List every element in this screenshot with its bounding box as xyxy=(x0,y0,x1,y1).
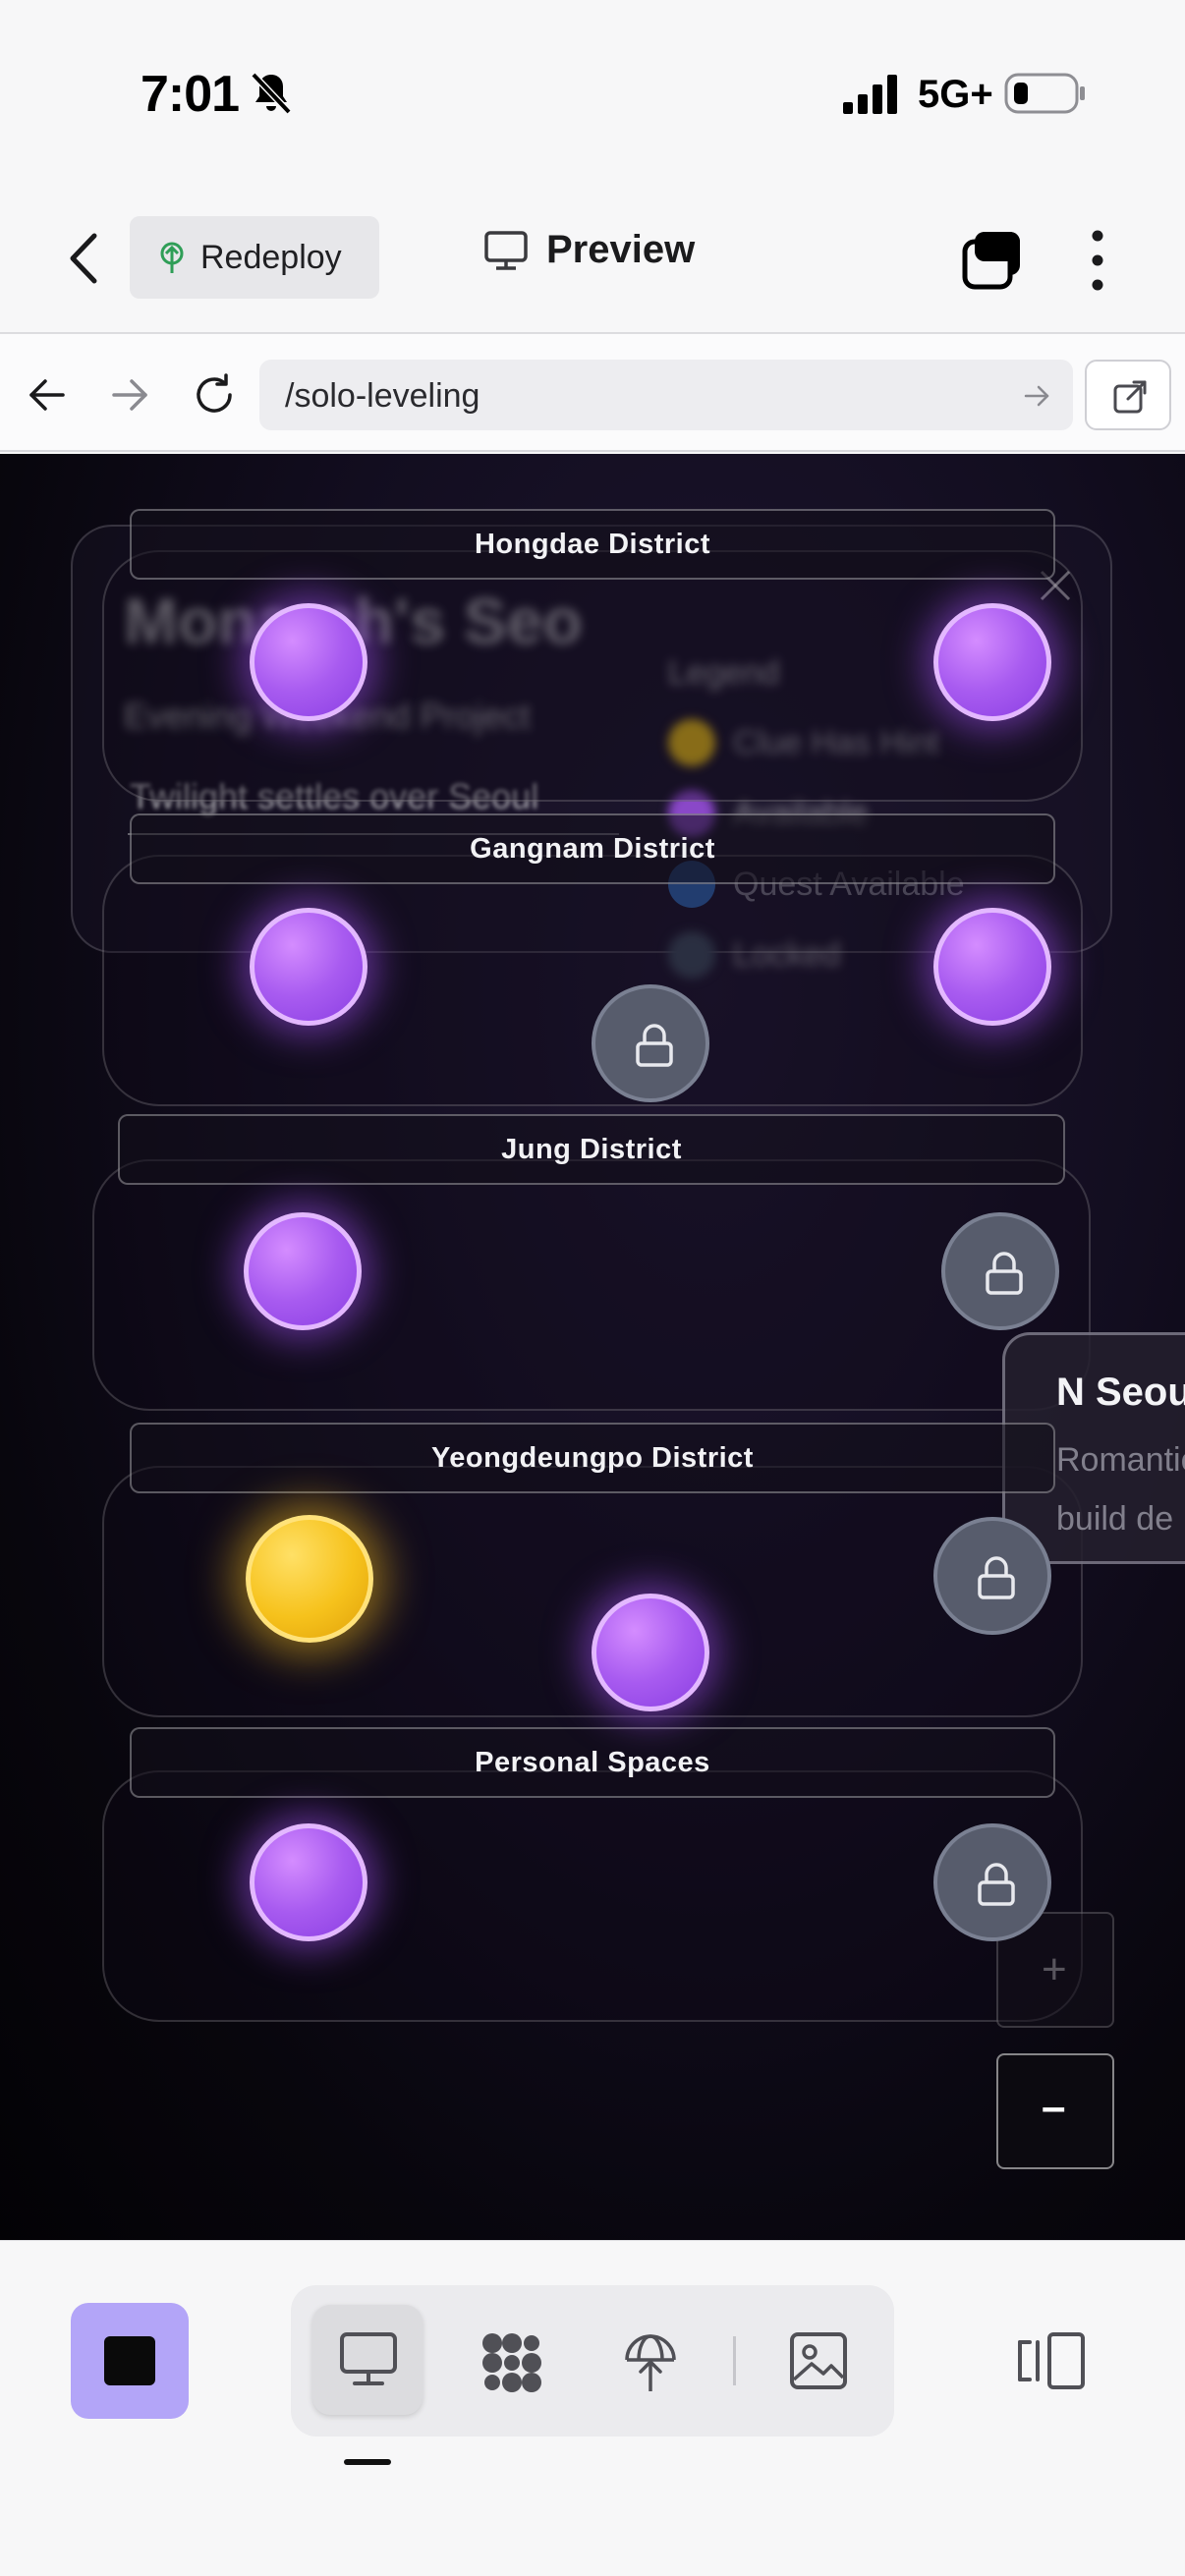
tool-assets[interactable] xyxy=(762,2305,873,2415)
redeploy-icon xyxy=(160,242,184,273)
district-label-personal: Personal Spaces xyxy=(130,1727,1055,1798)
network-label: 5G+ xyxy=(918,73,993,116)
redeploy-button[interactable]: Redeploy xyxy=(130,216,379,299)
battery-icon xyxy=(1004,73,1085,114)
district-container-jung xyxy=(92,1159,1091,1411)
location-desc-2: build de xyxy=(1056,1500,1174,1538)
reload-icon[interactable] xyxy=(191,371,238,419)
back-chevron-icon[interactable] xyxy=(59,226,108,291)
url-input[interactable]: /solo-leveling xyxy=(259,360,1073,430)
district-label-gangnam: Gangnam District xyxy=(130,813,1055,884)
location-node-locked[interactable] xyxy=(592,984,709,1102)
open-external-button[interactable] xyxy=(1085,360,1171,430)
monitor-icon xyxy=(484,230,528,270)
deploy-icon xyxy=(625,2334,676,2391)
lock-icon xyxy=(986,1252,1023,1295)
location-title: N Seoul xyxy=(1056,1371,1185,1414)
tool-deploy[interactable] xyxy=(595,2305,705,2415)
lock-icon xyxy=(636,1024,673,1067)
preview-tab[interactable]: Preview xyxy=(483,228,695,272)
location-node-available[interactable] xyxy=(244,1212,362,1330)
redeploy-label: Redeploy xyxy=(200,238,342,276)
location-node-available[interactable] xyxy=(250,908,367,1026)
tool-workflows[interactable] xyxy=(454,2305,564,2415)
url-text: /solo-leveling xyxy=(285,377,480,415)
panel-icon[interactable] xyxy=(1016,2328,1089,2393)
arrow-right-icon[interactable] xyxy=(108,373,151,417)
location-desc-1: Romantic xyxy=(1056,1441,1185,1479)
tabs-icon[interactable] xyxy=(961,228,1024,291)
zoom-out-button[interactable]: – xyxy=(996,2053,1114,2169)
location-node-available[interactable] xyxy=(592,1594,709,1711)
status-time: 7:01 xyxy=(141,66,240,123)
active-tab-indicator xyxy=(344,2459,391,2465)
location-node-locked[interactable] xyxy=(933,1517,1051,1635)
stop-button[interactable] xyxy=(71,2303,189,2419)
district-label-yeongdeungpo: Yeongdeungpo District xyxy=(130,1423,1055,1493)
stop-icon xyxy=(104,2336,155,2385)
arrow-left-icon[interactable] xyxy=(26,373,69,417)
monitor-icon xyxy=(340,2332,397,2385)
toolbar-divider xyxy=(733,2336,736,2385)
bell-muted-icon xyxy=(251,72,292,115)
location-node-locked[interactable] xyxy=(933,1823,1051,1941)
lock-icon xyxy=(978,1863,1015,1906)
image-icon xyxy=(790,2332,847,2389)
external-link-icon xyxy=(1113,380,1147,414)
location-node-quest[interactable] xyxy=(246,1515,373,1643)
location-node-available[interactable] xyxy=(933,603,1051,721)
location-node-available[interactable] xyxy=(250,1823,367,1941)
more-vertical-icon[interactable] xyxy=(1081,228,1114,293)
district-label-jung: Jung District xyxy=(118,1114,1065,1185)
signal-icon xyxy=(843,75,897,114)
go-arrow-icon[interactable] xyxy=(1022,381,1051,411)
preview-label: Preview xyxy=(546,228,696,271)
location-node-available[interactable] xyxy=(250,603,367,721)
tool-preview[interactable] xyxy=(312,2305,423,2415)
district-label-hongdae: Hongdae District xyxy=(130,509,1055,580)
preview-viewport: Monarch's Seo Evening Weekend Project Tw… xyxy=(0,454,1185,2240)
dots-grid-icon xyxy=(482,2333,541,2392)
location-node-locked[interactable] xyxy=(941,1212,1059,1330)
location-node-available[interactable] xyxy=(933,908,1051,1026)
lock-icon xyxy=(978,1556,1015,1599)
